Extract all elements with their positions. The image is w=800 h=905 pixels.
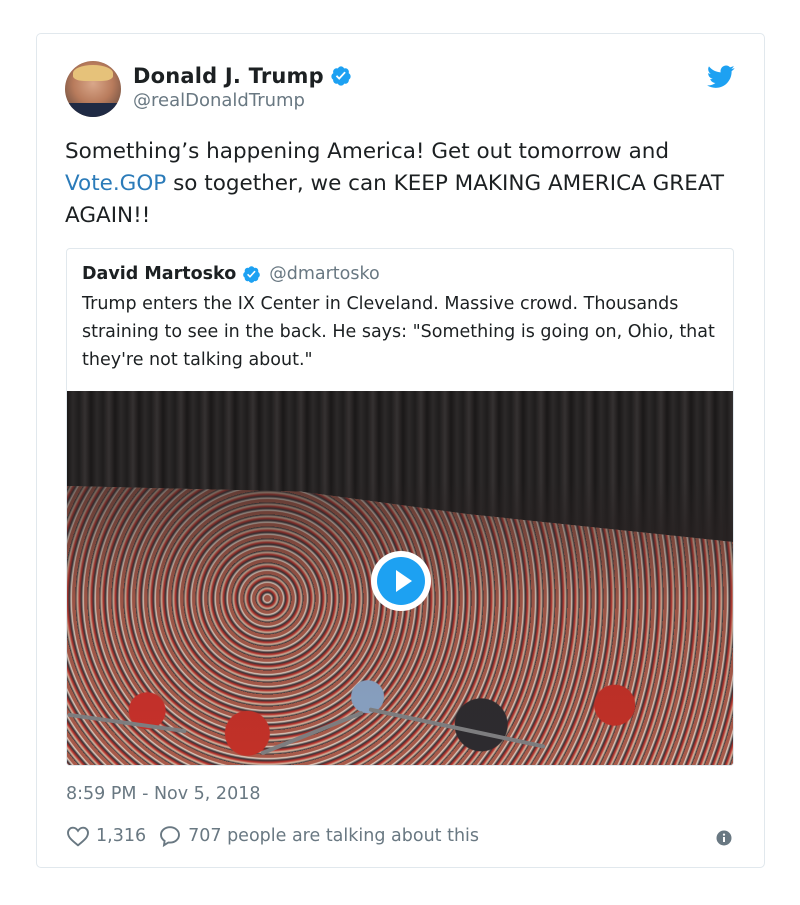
vote-gop-link[interactable]: Vote.GOP <box>65 171 166 196</box>
author-name-block[interactable]: Donald J. Trump @realDonaldTrump <box>133 63 352 111</box>
embedded-tweet-card: Donald J. Trump @realDonaldTrump Somethi… <box>36 33 765 868</box>
quoted-tweet-header: David Martosko @dmartosko <box>82 262 380 286</box>
author-name-row: Donald J. Trump <box>133 63 352 89</box>
speech-bubble-icon <box>160 826 181 848</box>
play-icon <box>377 557 425 605</box>
tweet-actions: 1,316 707 people are talking about this <box>66 823 479 849</box>
quoted-author-name: David Martosko <box>82 264 237 284</box>
avatar-suit <box>65 103 121 117</box>
play-button[interactable] <box>371 551 431 611</box>
like-count: 1,316 <box>96 826 147 846</box>
verified-badge-icon <box>331 66 351 86</box>
tweet-header: Donald J. Trump @realDonaldTrump <box>65 61 735 117</box>
quoted-tweet-text: Trump enters the IX Center in Cleveland.… <box>82 294 715 370</box>
heart-icon <box>67 826 89 847</box>
tweet-timestamp[interactable]: 8:59 PM - Nov 5, 2018 <box>66 784 260 804</box>
quoted-tweet[interactable]: David Martosko @dmartosko Trump enters t… <box>66 248 734 766</box>
verified-badge-icon <box>243 265 261 283</box>
twitter-bird-icon[interactable] <box>707 65 735 89</box>
info-icon[interactable] <box>716 830 732 846</box>
like-button[interactable]: 1,316 <box>66 825 146 847</box>
conversation-text: 707 people are talking about this <box>188 826 480 846</box>
conversation-button[interactable]: 707 people are talking about this <box>158 824 479 848</box>
author-display-name[interactable]: Donald J. Trump <box>133 64 324 88</box>
quoted-author-handle: @dmartosko <box>269 264 380 284</box>
tweet-text: Something’s happening America! Get out t… <box>65 136 745 232</box>
author-avatar[interactable] <box>65 61 121 117</box>
avatar-hair <box>73 65 113 81</box>
video-thumbnail[interactable] <box>67 391 733 765</box>
author-handle[interactable]: @realDonaldTrump <box>133 90 352 111</box>
tweet-text-start: Something’s happening America! Get out t… <box>65 139 670 164</box>
